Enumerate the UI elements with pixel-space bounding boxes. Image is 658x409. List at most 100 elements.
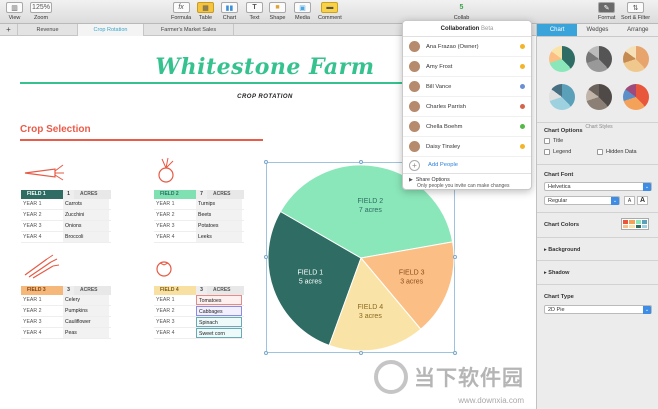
section-title[interactable]: Crop Selection	[20, 124, 91, 135]
section-divider	[20, 139, 263, 141]
collaborator-row[interactable]: Amy Frost	[403, 57, 531, 77]
table-row[interactable]: YEAR 4 Peas	[21, 328, 111, 339]
field-2-header: FIELD 2 7 ACRES	[154, 190, 244, 199]
title-checkbox[interactable]	[544, 138, 550, 144]
collaborator-name: Charles Parrish	[426, 103, 466, 110]
decrease-font-button[interactable]: A	[624, 196, 635, 205]
pie-slice-label: FIELD 1	[297, 269, 323, 276]
tab-revenue[interactable]: Revenue	[18, 24, 78, 36]
collaborator-row[interactable]: Ana Frazao (Owner)	[403, 37, 531, 57]
shadow-disclosure[interactable]: ▸ Shadow	[544, 270, 569, 276]
table-row[interactable]: YEAR 2 Zucchini	[21, 210, 111, 221]
tab-wedges[interactable]: Wedges	[577, 24, 617, 36]
shape-button[interactable]: ■ Shape	[269, 2, 286, 21]
resize-handle[interactable]	[359, 160, 363, 164]
font-style-select[interactable]: Regular ⌄	[544, 196, 620, 205]
presence-dot	[520, 104, 525, 109]
chart-font-label: Chart Font	[544, 172, 574, 178]
zoom-button[interactable]: 125% Zoom	[30, 2, 52, 21]
formula-button[interactable]: fx Formula	[171, 2, 191, 21]
field-number: 1	[63, 190, 74, 199]
table-row[interactable]: YEAR 3 Potatoes	[154, 221, 244, 232]
field-name: FIELD 1	[21, 190, 63, 199]
collaborator-row[interactable]: Bill Vance	[403, 77, 531, 97]
tab-arrange[interactable]: Arrange	[618, 24, 658, 36]
field-1-table[interactable]: FIELD 1 1 ACRES YEAR 1 Carrots YEAR 2 Zucc…	[21, 190, 111, 243]
font-family-select[interactable]: Helvetica ⌄	[544, 182, 652, 191]
table-row[interactable]: YEAR 3 Onions	[21, 221, 111, 232]
chart-style-6[interactable]	[623, 84, 649, 110]
table-row[interactable]: YEAR 3 Spinach	[154, 317, 244, 328]
toolbar: ▥ View 125% Zoom fx Formula ▦ Table ▮▮ C…	[0, 0, 658, 24]
table-row[interactable]: YEAR 1 Celery	[21, 295, 111, 306]
format-button[interactable]: ✎ Format	[598, 2, 615, 21]
chart-style-4[interactable]	[549, 84, 575, 110]
table-row[interactable]: YEAR 1 Turnips	[154, 199, 244, 210]
avatar	[409, 101, 420, 112]
legend-checkbox[interactable]	[544, 149, 550, 155]
resize-handle[interactable]	[453, 255, 457, 259]
presence-dot	[520, 124, 525, 129]
paintbrush-icon: ✎	[598, 2, 616, 13]
collaboration-header: Collaboration Beta	[403, 21, 531, 37]
resize-handle[interactable]	[453, 351, 457, 355]
table-row[interactable]: YEAR 2 Beets	[154, 210, 244, 221]
media-button[interactable]: ▣ Media	[294, 2, 311, 21]
table-row[interactable]: YEAR 1 Carrots	[21, 199, 111, 210]
resize-handle[interactable]	[264, 160, 268, 164]
pie-value-label: 3 acres	[400, 278, 423, 285]
sidebar-view-icon: ▥	[6, 2, 23, 13]
resize-handle[interactable]	[359, 351, 363, 355]
chart-style-2[interactable]	[586, 46, 612, 72]
table-row[interactable]: YEAR 3 Cauliflower	[21, 317, 111, 328]
tab-chart[interactable]: Chart	[537, 24, 578, 36]
table-row[interactable]: YEAR 4 Sweet corn	[154, 328, 244, 339]
table-button[interactable]: ▦ Table	[197, 2, 214, 21]
increase-font-button[interactable]: A	[637, 196, 648, 205]
chart-style-1[interactable]	[549, 46, 575, 72]
collaborator-row[interactable]: Charles Parrish	[403, 97, 531, 117]
document-title[interactable]: Whitestone Farm	[130, 54, 400, 80]
presence-dot	[520, 144, 525, 149]
sort-filter-button[interactable]: ⇅ Sort & Filter	[621, 2, 650, 21]
pie-value-label: 3 acres	[359, 313, 382, 320]
share-options[interactable]: ▶ Share Options Only people you invite ca…	[403, 173, 531, 192]
comment-icon: ▬	[321, 2, 339, 13]
pie-slice-label: FIELD 3	[399, 269, 425, 276]
field-3-table[interactable]: FIELD 3 3 ACRES YEAR 1 Celery YEAR 2 Pumpk…	[21, 286, 111, 339]
pie-slice-label: FIELD 4	[358, 304, 384, 311]
table-row[interactable]: YEAR 2 Cabbages	[154, 306, 244, 317]
comment-button[interactable]: ▬ Comment	[318, 2, 342, 21]
text-button[interactable]: T Text	[246, 2, 263, 21]
collaborator-row[interactable]: Daisy Tinsley	[403, 137, 531, 157]
chart-colors-label: Chart Colors	[544, 222, 580, 228]
acres-label: ACRES	[207, 286, 244, 295]
chart-type-select[interactable]: 2D Pie ⌄	[544, 305, 652, 314]
collaboration-popover: Collaboration Beta Ana Frazao (Owner) Amy…	[402, 20, 532, 190]
table-row[interactable]: YEAR 2 Pumpkins	[21, 306, 111, 317]
field-2-table[interactable]: FIELD 2 7 ACRES YEAR 1 Turnips YEAR 2 Beet…	[154, 190, 244, 243]
hidden-data-checkbox[interactable]	[597, 149, 603, 155]
table-row[interactable]: YEAR 1 Tomatoes	[154, 295, 244, 306]
add-sheet-button[interactable]: +	[0, 24, 18, 36]
chart-colors-swatch[interactable]	[621, 218, 649, 230]
field-4-table[interactable]: FIELD 4 3 ACRES YEAR 1 Tomatoes YEAR 2 Cab…	[154, 286, 244, 339]
zoom-value: 125%	[30, 2, 52, 13]
field-name: FIELD 2	[154, 190, 196, 199]
beet-icon	[158, 157, 174, 183]
background-disclosure[interactable]: ▸ Background	[544, 247, 580, 253]
document-subtitle[interactable]: CROP ROTATION	[200, 94, 330, 100]
collaborator-row[interactable]: Chella Boehm	[403, 117, 531, 137]
tab-crop-rotation[interactable]: Crop Rotation	[78, 24, 144, 36]
chart-style-3[interactable]	[623, 46, 649, 72]
resize-handle[interactable]	[264, 351, 268, 355]
tab-farmers-market-sales[interactable]: Farmer's Market Sales	[144, 24, 234, 36]
resize-handle[interactable]	[264, 255, 268, 259]
chart-button[interactable]: ▮▮ Chart	[221, 2, 238, 21]
view-button[interactable]: ▥ View	[6, 2, 23, 21]
table-row[interactable]: YEAR 4 Leeks	[154, 232, 244, 243]
collaborate-button[interactable]: 5 Collab	[453, 2, 470, 21]
chart-style-5[interactable]	[586, 84, 612, 110]
table-row[interactable]: YEAR 4 Broccoli	[21, 232, 111, 243]
add-people-button[interactable]: + Add People	[403, 157, 531, 173]
